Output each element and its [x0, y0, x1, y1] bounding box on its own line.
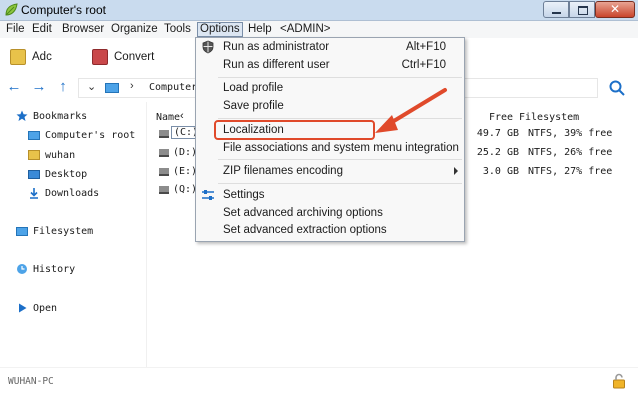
search-icon[interactable] — [608, 79, 626, 97]
sidebar: Bookmarks Computer's root wuhan Desktop … — [0, 102, 146, 367]
convert-button[interactable]: Convert — [92, 46, 154, 68]
sidebar-item-downloads[interactable]: Downloads — [28, 185, 99, 201]
user-folder-icon — [28, 150, 40, 160]
window-title: Computer's root — [21, 3, 106, 17]
drive-name: (E:) — [173, 166, 198, 177]
menu-edit[interactable]: Edit — [30, 22, 54, 37]
menu-item-file-associations[interactable]: File associations and system menu integr… — [196, 140, 464, 157]
status-bar: WUHAN-PC — [0, 367, 638, 396]
drive-filesystem: NTFS, 26% free — [528, 147, 613, 158]
computer-icon — [105, 83, 119, 93]
convert-icon — [92, 49, 108, 65]
column-header-free[interactable]: Free — [489, 112, 513, 123]
annotation-highlight-box — [214, 120, 375, 140]
title-bar: Computer's root ✕ — [0, 0, 638, 21]
history-icon — [17, 264, 27, 274]
back-arrow-icon[interactable]: ← — [5, 78, 23, 96]
menu-item-advanced-extraction[interactable]: Set advanced extraction options — [196, 222, 464, 239]
desktop-icon — [28, 169, 40, 179]
sidebar-item-filesystem[interactable]: Filesystem — [16, 223, 93, 239]
column-header-name[interactable]: Name — [156, 112, 180, 123]
download-icon — [30, 188, 38, 199]
sort-chevron-icon[interactable]: ‹ — [180, 110, 184, 122]
drive-filesystem: NTFS, 39% free — [528, 128, 613, 139]
menu-help[interactable]: Help — [246, 22, 274, 37]
sidebar-item-open[interactable]: Open — [16, 300, 57, 316]
computer-icon — [28, 130, 40, 140]
menu-item-advanced-archiving[interactable]: Set advanced archiving options — [196, 205, 464, 222]
unlock-icon[interactable] — [612, 373, 626, 389]
play-icon — [19, 303, 27, 313]
column-header-filesystem[interactable]: Filesystem — [519, 112, 579, 123]
sidebar-item-history[interactable]: History — [16, 261, 75, 277]
drive-name: (Q:) — [173, 184, 198, 195]
app-leaf-icon — [5, 3, 18, 16]
menu-browser[interactable]: Browser — [60, 22, 106, 37]
submenu-arrow-icon — [454, 167, 458, 175]
drive-icon — [159, 149, 169, 157]
sidebar-item-wuhan[interactable]: wuhan — [28, 147, 75, 163]
menu-item-run-as-admin[interactable]: Run as administrator Alt+F10 — [196, 39, 464, 56]
up-arrow-icon[interactable]: ↑ — [54, 78, 72, 96]
menu-separator — [218, 159, 462, 160]
menu-item-settings[interactable]: Settings — [196, 187, 464, 204]
sidebar-item-computer-root[interactable]: Computer's root — [28, 127, 135, 143]
menu-tools[interactable]: Tools — [162, 22, 193, 37]
breadcrumb-chevron-icon[interactable]: › — [130, 80, 134, 92]
star-icon — [16, 110, 28, 121]
folder-icon — [16, 226, 28, 236]
drive-free: 49.7 GB — [476, 128, 519, 139]
sidebar-item-desktop[interactable]: Desktop — [28, 166, 87, 182]
add-button[interactable]: Adc — [10, 46, 52, 68]
maximize-button[interactable] — [569, 1, 595, 18]
add-archive-icon — [10, 49, 26, 65]
menu-item-zip-encoding[interactable]: ZIP filenames encoding — [196, 163, 464, 180]
close-icon: ✕ — [609, 2, 621, 16]
drive-icon — [159, 186, 169, 194]
close-button[interactable]: ✕ — [595, 1, 635, 18]
drive-free: 3.0 GB — [482, 166, 519, 177]
sidebar-item-bookmarks[interactable]: Bookmarks — [16, 108, 87, 124]
drive-name: (D:) — [173, 147, 198, 158]
menu-file[interactable]: File — [4, 22, 27, 37]
menu-separator — [218, 77, 462, 78]
shield-icon — [202, 40, 214, 54]
menu-bar: File Edit Browser Organize Tools Options… — [0, 21, 638, 38]
menu-separator — [218, 183, 462, 184]
drive-filesystem: NTFS, 27% free — [528, 166, 613, 177]
menu-organize[interactable]: Organize — [109, 22, 160, 37]
annotation-arrow-icon — [375, 88, 447, 133]
menu-item-run-as-different-user[interactable]: Run as different user Ctrl+F10 — [196, 57, 464, 74]
forward-arrow-icon[interactable]: → — [30, 78, 48, 96]
computer-name: WUHAN-PC — [8, 376, 54, 387]
settings-sliders-icon — [202, 190, 214, 200]
menu-options[interactable]: Options — [197, 22, 243, 37]
drive-icon — [159, 168, 169, 176]
history-chevron-icon[interactable]: ⌄ — [87, 80, 96, 93]
drive-free: 25.2 GB — [476, 147, 519, 158]
menu-admin[interactable]: <ADMIN> — [278, 22, 333, 37]
minimize-button[interactable] — [543, 1, 569, 18]
drive-icon — [159, 130, 169, 138]
